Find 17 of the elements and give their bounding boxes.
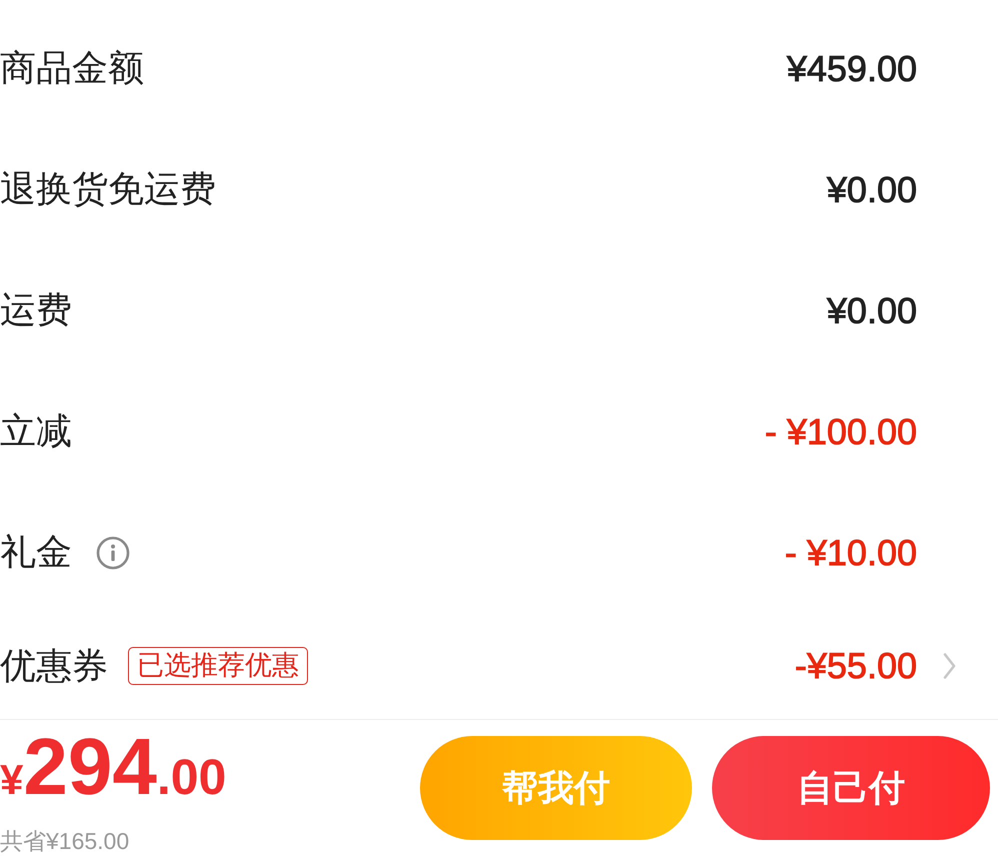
- fee-value: - ¥100.00: [764, 410, 917, 452]
- fee-label: 立减: [0, 410, 72, 454]
- fee-label: 退换货免运费: [0, 168, 216, 212]
- savings-text: 共省¥165.00: [0, 827, 130, 855]
- fee-label: 商品金额: [0, 47, 144, 91]
- fee-value: ¥0.00: [826, 290, 917, 332]
- pay-button[interactable]: 自己付: [712, 736, 990, 840]
- info-icon[interactable]: [96, 536, 130, 570]
- fee-value: ¥0.00: [826, 168, 917, 210]
- fee-label: 运费: [0, 289, 72, 333]
- fee-label: 优惠券: [0, 644, 108, 688]
- coupon-tag: 已选推荐优惠: [128, 647, 308, 685]
- fee-value: ¥459.00: [786, 48, 917, 90]
- total-price: ¥294.00: [0, 730, 226, 813]
- fee-value: -¥55.00: [794, 645, 917, 687]
- fee-label: 礼金: [0, 531, 72, 575]
- fee-value: - ¥10.00: [784, 532, 917, 574]
